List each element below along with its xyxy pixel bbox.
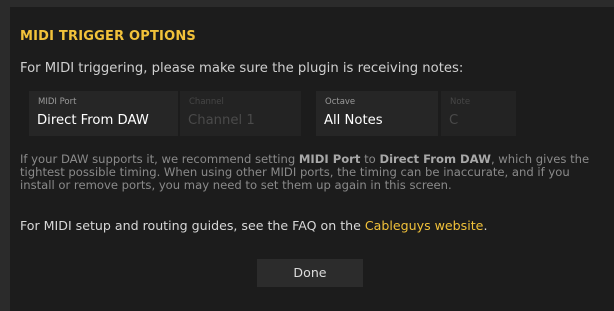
info-bold-midi-port: MIDI Port bbox=[298, 152, 361, 166]
info-bold-direct-from-daw: Direct From DAW bbox=[379, 152, 491, 166]
setup-guides-text: For MIDI setup and routing guides, see t… bbox=[20, 218, 487, 233]
info-text-part: to bbox=[360, 152, 380, 166]
note-select: Note C bbox=[441, 91, 516, 136]
window-background: MIDI TRIGGER OPTIONS For MIDI triggering… bbox=[0, 0, 614, 311]
dialog-intro-text: For MIDI triggering, please make sure th… bbox=[20, 61, 464, 76]
setup-text-suffix: . bbox=[483, 218, 488, 233]
channel-value: Channel 1 bbox=[188, 113, 255, 128]
note-value: C bbox=[449, 113, 459, 128]
note-label: Note bbox=[450, 97, 471, 107]
timing-recommendation-text: If your DAW supports it, we recommend se… bbox=[20, 152, 600, 193]
midi-port-value: Direct From DAW bbox=[37, 113, 149, 128]
setup-text: For MIDI setup and routing guides, see t… bbox=[20, 218, 365, 233]
midi-port-select[interactable]: MIDI Port Direct From DAW bbox=[29, 91, 178, 136]
octave-value: All Notes bbox=[324, 113, 383, 128]
channel-select: Channel Channel 1 bbox=[180, 91, 301, 136]
done-button[interactable]: Done bbox=[257, 259, 363, 287]
midi-port-label: MIDI Port bbox=[38, 97, 77, 107]
octave-label: Octave bbox=[325, 97, 356, 107]
octave-select[interactable]: Octave All Notes bbox=[316, 91, 438, 136]
info-text-part: If your DAW supports it, we recommend se… bbox=[20, 152, 299, 166]
channel-label: Channel bbox=[189, 97, 224, 107]
dialog-title: MIDI TRIGGER OPTIONS bbox=[20, 29, 196, 44]
cableguys-website-link[interactable]: Cableguys website bbox=[365, 218, 484, 233]
